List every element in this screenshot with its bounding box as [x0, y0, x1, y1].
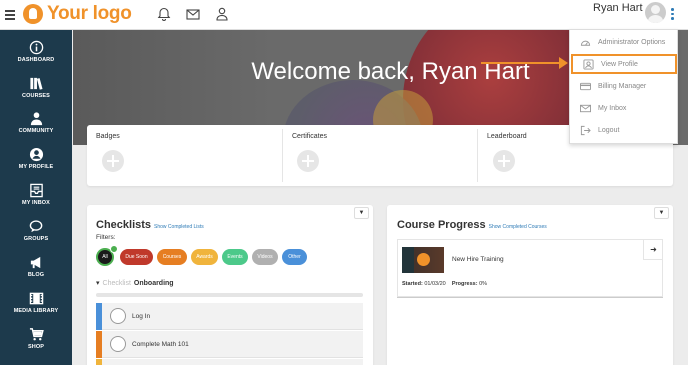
sidebar-item-blog[interactable]: BLOG — [0, 255, 72, 278]
certificates-label: Certificates — [292, 133, 328, 140]
hamburger-menu-icon[interactable] — [5, 10, 15, 22]
sidebar-item-media-library[interactable]: MEDIA LIBRARY — [0, 291, 72, 314]
gauge-icon — [580, 40, 591, 46]
sidebar: DASHBOARD COURSES COMMUNITY MY PROFILE M… — [0, 30, 72, 365]
menu-item-label: Billing Manager — [598, 82, 647, 90]
mail-icon[interactable] — [185, 6, 201, 22]
course-progress-card: ▼ Course Progress Show Completed Courses … — [387, 205, 673, 365]
sidebar-item-shop[interactable]: SHOP — [0, 327, 72, 350]
collapse-course-progress-button[interactable]: ▼ — [654, 207, 669, 219]
add-badge-icon[interactable] — [102, 150, 124, 172]
menu-item-view-profile[interactable]: View Profile — [571, 54, 677, 74]
course-progress-title: Course Progress Show Completed Courses — [397, 219, 547, 231]
card-icon — [580, 82, 591, 90]
chevron-down-icon[interactable]: ▾ — [96, 280, 100, 287]
certificates-section: Certificates — [283, 125, 478, 186]
sidebar-item-label: COURSES — [22, 93, 50, 99]
bell-icon[interactable] — [156, 6, 172, 22]
film-icon — [29, 292, 43, 305]
divider — [397, 297, 663, 298]
sidebar-item-label: COMMUNITY — [18, 128, 54, 134]
menu-item-label: My Inbox — [598, 104, 627, 112]
megaphone-icon — [30, 256, 40, 269]
collapse-checklists-button[interactable]: ▼ — [354, 207, 369, 219]
user-dropdown-menu: Administrator Options View Profile Billi… — [569, 29, 678, 144]
badges-label: Badges — [96, 133, 120, 140]
top-bar: Your logo Ryan Hart — [0, 0, 688, 30]
course-item[interactable]: New Hire Training ➜ Started: 01/03/20 Pr… — [397, 239, 663, 297]
user-circle-icon — [29, 147, 43, 162]
community-icon — [30, 112, 42, 126]
menu-item-administrator-options[interactable]: Administrator Options — [570, 32, 677, 52]
annotation-arrow-head — [559, 57, 568, 69]
task-label: Complete Math 101 — [132, 341, 189, 348]
kebab-menu-icon[interactable] — [671, 8, 674, 22]
badges-section: Badges — [87, 125, 282, 186]
filters-label: Filters: — [96, 234, 116, 241]
menu-item-label: Logout — [598, 126, 620, 134]
inbox-icon — [29, 183, 43, 198]
checklist-task: Complete Math 101 — [96, 331, 363, 358]
add-leaderboard-icon[interactable] — [493, 150, 515, 172]
menu-item-label: View Profile — [601, 60, 638, 68]
filter-events[interactable]: Events — [222, 249, 248, 265]
arrow-right-icon[interactable]: ➜ — [643, 240, 663, 260]
sidebar-item-community[interactable]: COMMUNITY — [0, 111, 72, 134]
sidebar-item-my-inbox[interactable]: MY INBOX — [0, 183, 72, 206]
sidebar-item-groups[interactable]: GROUPS — [0, 219, 72, 242]
menu-item-label: Administrator Options — [598, 38, 666, 46]
sidebar-item-label: MEDIA LIBRARY — [13, 308, 59, 314]
task-checkbox[interactable] — [110, 336, 126, 352]
menu-item-billing-manager[interactable]: Billing Manager — [570, 76, 677, 96]
show-completed-lists-link[interactable]: Show Completed Lists — [154, 224, 204, 230]
user-icon[interactable] — [214, 6, 230, 22]
checklist-header[interactable]: ▾ Checklist Onboarding — [96, 279, 174, 287]
filter-videos[interactable]: Videos — [252, 249, 278, 265]
info-icon — [29, 40, 43, 55]
add-certificate-icon[interactable] — [297, 150, 319, 172]
checklist-name: Onboarding — [133, 280, 174, 287]
course-thumbnail — [402, 247, 444, 273]
profile-icon — [583, 58, 594, 70]
selected-check-icon — [110, 245, 118, 253]
sidebar-item-courses[interactable]: COURSES — [0, 76, 72, 99]
avatar[interactable] — [645, 2, 666, 23]
cart-icon — [29, 328, 44, 341]
task-checkbox[interactable] — [110, 308, 126, 324]
task-label: Log In — [132, 313, 151, 320]
sidebar-item-label: MY PROFILE — [18, 164, 54, 170]
sidebar-item-label: DASHBOARD — [17, 57, 55, 63]
sidebar-item-label: MY INBOX — [22, 200, 50, 206]
checklist-progress-bar — [96, 293, 363, 297]
sidebar-item-label: BLOG — [27, 272, 45, 278]
menu-item-logout[interactable]: Logout — [570, 120, 677, 140]
books-icon — [29, 77, 43, 90]
chat-icon — [29, 220, 42, 233]
filter-awards[interactable]: Awards — [191, 249, 218, 265]
show-completed-courses-link[interactable]: Show Completed Courses — [489, 224, 547, 230]
menu-item-my-inbox[interactable]: My Inbox — [570, 98, 677, 118]
filter-due-soon[interactable]: Due Soon — [120, 249, 153, 265]
sidebar-item-label: GROUPS — [23, 236, 49, 242]
user-name[interactable]: Ryan Hart — [593, 2, 643, 14]
logo[interactable]: Your logo — [23, 3, 132, 25]
sidebar-item-label: SHOP — [28, 344, 44, 350]
checklist-task — [96, 359, 363, 365]
sidebar-item-dashboard[interactable]: DASHBOARD — [0, 40, 72, 63]
annotation-arrow — [481, 62, 561, 64]
course-meta: Started: 01/03/20 Progress: 0% — [402, 281, 488, 287]
checklists-title: Checklists Show Completed Lists — [96, 219, 204, 231]
logo-text: Your logo — [47, 3, 132, 24]
filter-courses[interactable]: Courses — [157, 249, 187, 265]
checklist-task: Log In — [96, 303, 363, 330]
mail-icon — [580, 104, 591, 112]
filter-other[interactable]: Other — [282, 249, 307, 265]
checklists-card: ▼ Checklists Show Completed Lists Filters… — [87, 205, 373, 365]
logout-icon — [580, 125, 591, 135]
leaderboard-label: Leaderboard — [487, 133, 527, 140]
logo-mark-icon — [23, 4, 43, 24]
sidebar-item-my-profile[interactable]: MY PROFILE — [0, 147, 72, 170]
course-name: New Hire Training — [452, 256, 504, 263]
